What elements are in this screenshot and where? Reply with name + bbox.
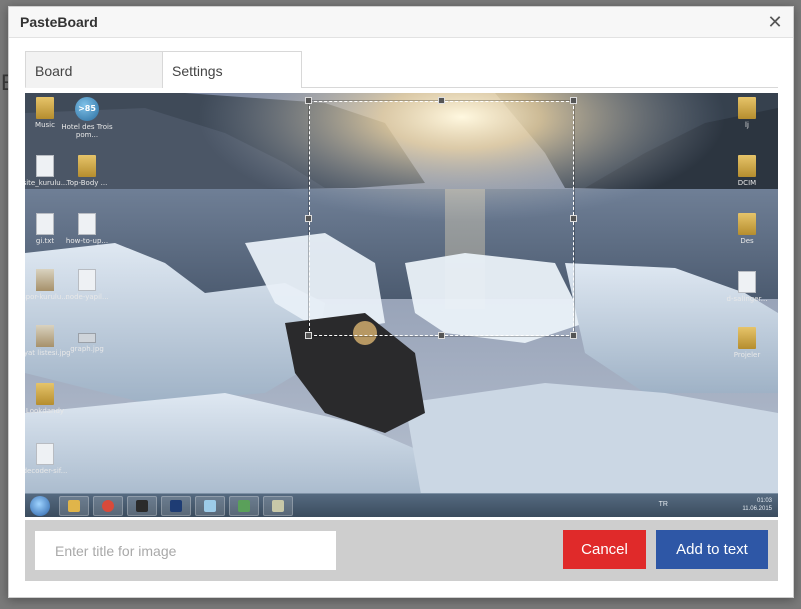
desktop-icon[interactable]: Des	[719, 213, 775, 245]
desktop-icon[interactable]: DCIM	[719, 155, 775, 187]
app-icon: >85	[75, 97, 99, 121]
desktop-icon-label: gi.txt	[35, 237, 55, 245]
tools-icon[interactable]	[229, 496, 259, 516]
desktop-icon-label: Top-Body ...	[66, 179, 108, 187]
notepad-icon[interactable]	[195, 496, 225, 516]
crop-selection[interactable]	[309, 101, 574, 336]
folder-icon	[738, 327, 756, 349]
desktop-icon-label: Hotel des Trois pom...	[61, 123, 113, 139]
crop-handle-left[interactable]	[305, 215, 312, 222]
add-to-text-button[interactable]: Add to text	[656, 530, 768, 569]
taskbar-time: 01:03	[756, 498, 772, 504]
file-icon	[78, 269, 96, 291]
desktop-icon[interactable]: lj	[719, 97, 775, 129]
image-title-input[interactable]	[35, 531, 336, 570]
desktop-icon-label: how-to-up...	[65, 237, 109, 245]
folder-icon	[78, 155, 96, 177]
tab-bar: Board Settings	[25, 51, 778, 88]
tab-board[interactable]: Board	[25, 51, 163, 88]
desktop-icon-label: Des	[740, 237, 754, 245]
desktop-icon[interactable]: Projeler	[719, 327, 775, 359]
crop-handle-top[interactable]	[438, 97, 445, 104]
crop-handle-bottom-right[interactable]	[570, 332, 577, 339]
image-icon	[36, 269, 54, 291]
paint-icon[interactable]	[263, 496, 293, 516]
pasteboard-modal: PasteBoard ✕ Board Settings Music >85 Ho…	[8, 6, 794, 598]
terminal-icon[interactable]	[127, 496, 157, 516]
desktop-icon-label: DCIM	[737, 179, 757, 187]
desktop-icon[interactable]: node-yapil...	[59, 269, 115, 301]
crop-handle-top-right[interactable]	[570, 97, 577, 104]
modal-header: PasteBoard ✕	[9, 7, 793, 38]
screenshot-canvas[interactable]: Music >85 Hotel des Trois pom... site_ku…	[25, 93, 778, 517]
folder-icon	[36, 97, 54, 119]
desktop-icon-label: Projeler	[733, 351, 761, 359]
folder-icon	[738, 155, 756, 177]
desktop-icon-label: node-yapil...	[65, 293, 109, 301]
crop-handle-right[interactable]	[570, 215, 577, 222]
desktop-icon-label: lj	[745, 121, 749, 129]
desktop-icon[interactable]: d-salinger...	[719, 271, 775, 303]
modal-footer: Cancel Add to text	[25, 520, 778, 581]
folder-icon	[738, 97, 756, 119]
taskbar-date: 11.06.2015	[742, 506, 772, 512]
crop-handle-bottom[interactable]	[438, 332, 445, 339]
crop-handle-bottom-left[interactable]	[305, 332, 312, 339]
tab-settings[interactable]: Settings	[162, 51, 302, 88]
file-icon	[36, 443, 54, 465]
explorer-icon[interactable]	[59, 496, 89, 516]
desktop-icon-label: graph.jpg	[70, 345, 104, 353]
modal-title: PasteBoard	[20, 14, 98, 30]
cancel-button[interactable]: Cancel	[563, 530, 646, 569]
desktop-icon-label: Lookdandy	[25, 407, 65, 415]
desktop-icon[interactable]: >85 Hotel des Trois pom...	[59, 97, 115, 139]
file-icon	[78, 213, 96, 235]
desktop-icon-label: decoder-sif...	[25, 467, 68, 475]
windows-taskbar: TR 01:03 11.06.2015	[25, 493, 778, 517]
desktop-icon-label: Music	[35, 121, 55, 129]
photoshop-icon[interactable]	[161, 496, 191, 516]
drive-icon	[78, 333, 96, 343]
desktop-icon-label: d-salinger...	[726, 295, 768, 303]
taskbar-language[interactable]: TR	[659, 501, 668, 508]
desktop-icon[interactable]: Lookdandy	[25, 383, 73, 415]
image-icon	[36, 325, 54, 347]
desktop-icon[interactable]: decoder-sif...	[25, 443, 73, 475]
folder-icon	[738, 213, 756, 235]
desktop-icon[interactable]: graph.jpg	[59, 325, 115, 353]
file-icon	[36, 155, 54, 177]
start-orb-icon[interactable]	[30, 496, 50, 516]
file-icon	[36, 213, 54, 235]
folder-icon	[36, 383, 54, 405]
chrome-icon[interactable]	[93, 496, 123, 516]
crop-handle-top-left[interactable]	[305, 97, 312, 104]
desktop-icon[interactable]: how-to-up...	[59, 213, 115, 245]
taskbar-clock[interactable]: 01:03 11.06.2015	[742, 497, 772, 513]
desktop-icon[interactable]: Top-Body ...	[59, 155, 115, 187]
close-icon[interactable]: ✕	[765, 12, 785, 32]
file-icon	[738, 271, 756, 293]
